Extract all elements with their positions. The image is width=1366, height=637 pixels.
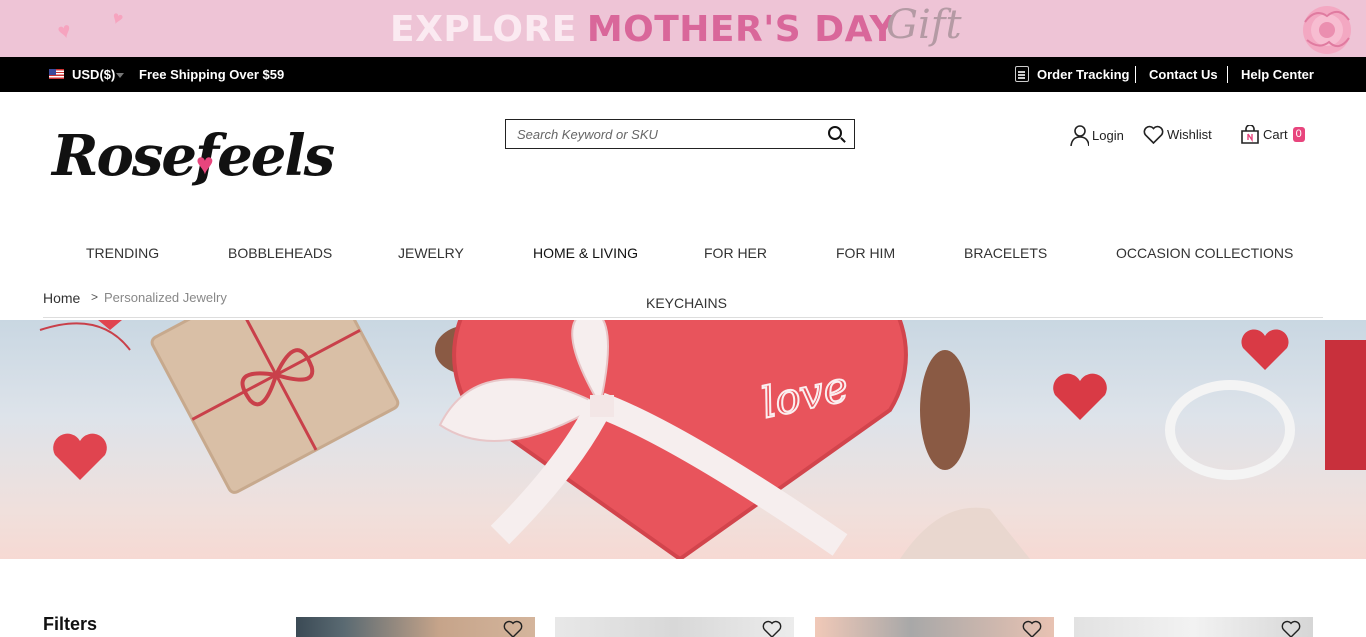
nav-item-keychains[interactable]: KEYCHAINS bbox=[646, 295, 727, 311]
filters-title: Filters bbox=[43, 614, 98, 634]
heart-icon[interactable] bbox=[1281, 620, 1301, 637]
heart-icon[interactable] bbox=[1022, 620, 1042, 637]
promo-banner[interactable]: ♥ ♥ EXPLORE MOTHER'S DAY Gift bbox=[0, 0, 1366, 57]
nav-item-home-living[interactable]: HOME & LIVING bbox=[533, 245, 638, 261]
login-label: Login bbox=[1092, 128, 1124, 143]
heart-decoration-icon: ♥ bbox=[109, 6, 126, 30]
nav-item-for-him[interactable]: FOR HIM bbox=[836, 245, 895, 261]
search-icon[interactable] bbox=[828, 126, 842, 140]
wishlist-link[interactable]: Wishlist bbox=[1143, 125, 1212, 144]
heart-decoration-icon: ♥ bbox=[54, 16, 74, 45]
nav-item-bracelets[interactable]: BRACELETS bbox=[964, 245, 1047, 261]
logo-heart-icon: ♥ bbox=[196, 148, 214, 181]
wishlist-label: Wishlist bbox=[1167, 127, 1212, 142]
product-card[interactable] bbox=[555, 617, 794, 637]
top-bar: USD($) Free Shipping Over $59 Order Trac… bbox=[0, 57, 1366, 92]
product-card[interactable] bbox=[1074, 617, 1313, 637]
heart-icon[interactable] bbox=[762, 620, 782, 637]
us-flag-icon bbox=[49, 69, 64, 79]
search-bar[interactable] bbox=[505, 119, 855, 149]
login-link[interactable]: Login bbox=[1070, 125, 1124, 146]
product-card[interactable] bbox=[815, 617, 1054, 637]
breadcrumb-separator: > bbox=[91, 290, 99, 304]
clipboard-icon[interactable] bbox=[1015, 66, 1029, 82]
breadcrumb-current: Personalized Jewelry bbox=[104, 290, 227, 305]
promo-headline: EXPLORE MOTHER'S DAY bbox=[390, 10, 896, 50]
currency-selector[interactable]: USD($) bbox=[72, 67, 115, 82]
help-center-link[interactable]: Help Center bbox=[1241, 67, 1314, 82]
divider bbox=[1135, 66, 1136, 83]
nav-item-for-her[interactable]: FOR HER bbox=[704, 245, 767, 261]
order-tracking-link[interactable]: Order Tracking bbox=[1037, 67, 1129, 82]
divider bbox=[43, 317, 1323, 318]
heart-icon[interactable] bbox=[503, 620, 523, 637]
user-icon bbox=[1070, 125, 1089, 146]
heart-icon bbox=[1143, 125, 1164, 144]
cart-link[interactable]: Cart 0 bbox=[1240, 125, 1305, 144]
site-logo[interactable]: Rosefeels bbox=[52, 124, 335, 188]
promo-word-explore: EXPLORE bbox=[390, 9, 577, 50]
divider bbox=[1227, 66, 1228, 83]
hero-illustration: love bbox=[39, 320, 1366, 559]
nav-item-trending[interactable]: TRENDING bbox=[86, 245, 159, 261]
promo-script-gift: Gift bbox=[886, 2, 962, 48]
search-input[interactable] bbox=[506, 120, 806, 148]
nav-item-bobbleheads[interactable]: BOBBLEHEADS bbox=[228, 245, 332, 261]
chevron-down-icon[interactable] bbox=[116, 73, 124, 78]
cart-label: Cart bbox=[1263, 127, 1288, 142]
free-shipping-text: Free Shipping Over $59 bbox=[139, 67, 285, 82]
nav-item-occasion-collections[interactable]: OCCASION COLLECTIONS bbox=[1116, 245, 1293, 261]
cart-count-badge: 0 bbox=[1292, 127, 1305, 142]
product-card[interactable] bbox=[296, 617, 535, 637]
cart-icon bbox=[1241, 125, 1259, 144]
nav-item-jewelry[interactable]: JEWELRY bbox=[398, 245, 464, 261]
contact-us-link[interactable]: Contact Us bbox=[1149, 67, 1218, 82]
breadcrumb-home[interactable]: Home bbox=[43, 290, 80, 306]
flower-decoration-icon bbox=[1303, 6, 1351, 54]
hero-banner[interactable]: love bbox=[0, 320, 1366, 559]
promo-word-mothers-day: MOTHER'S DAY bbox=[586, 9, 897, 50]
